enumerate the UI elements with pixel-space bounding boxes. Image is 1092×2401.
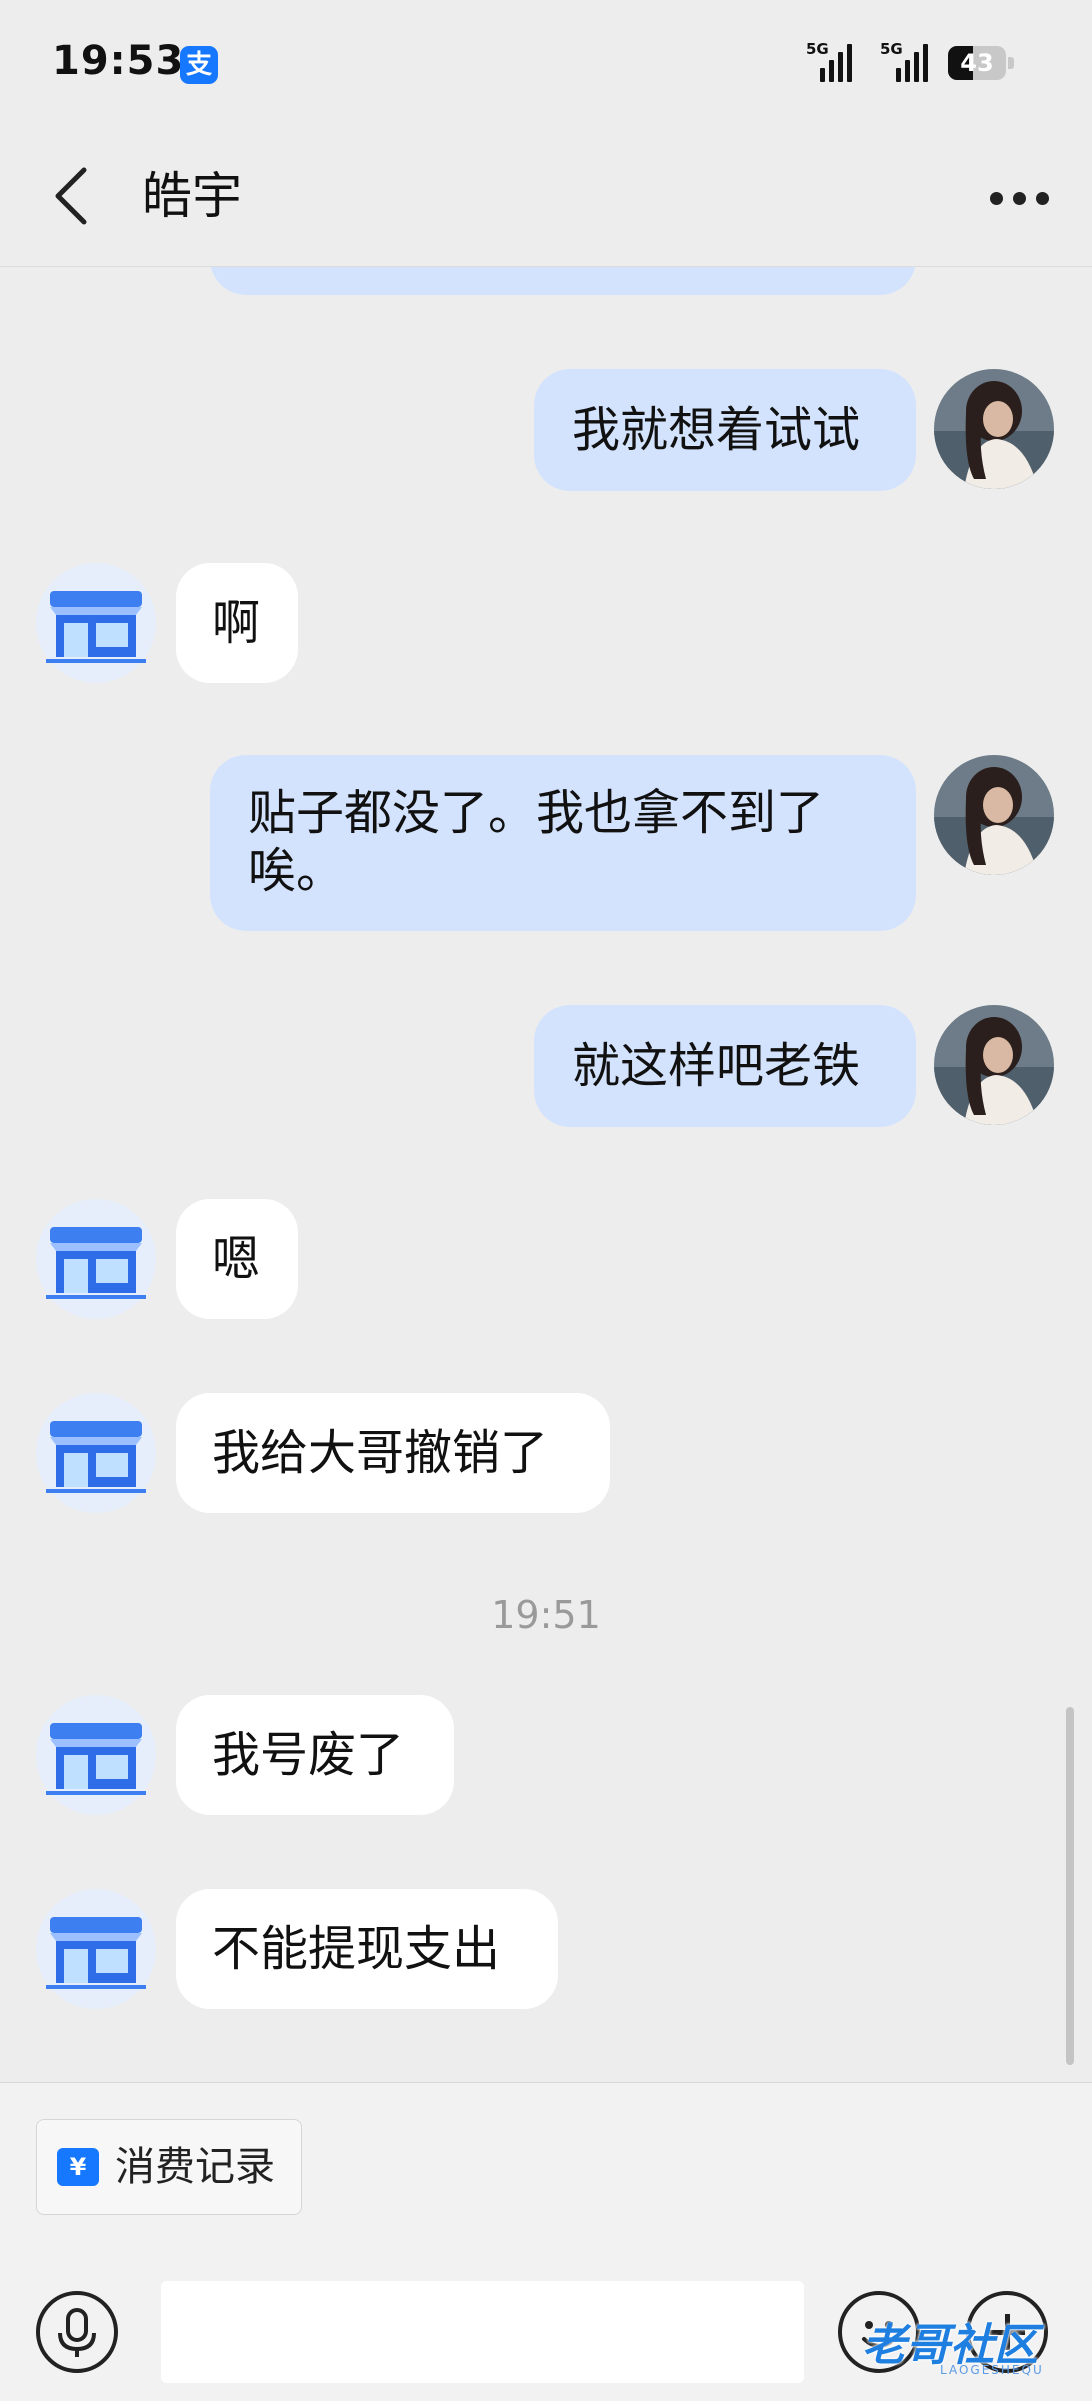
- consumption-record-label: 消费记录: [115, 2144, 275, 2190]
- message-bubble-them[interactable]: 嗯: [176, 1199, 298, 1319]
- contact-avatar[interactable]: [36, 1199, 156, 1319]
- message-list[interactable]: 我就想着试试 啊 贴子都没了。我也拿不到了唉。 就这样吧老铁 嗯 我给大哥撤销了…: [0, 267, 1092, 2082]
- voice-input-button[interactable]: [36, 2291, 118, 2373]
- more-dots-icon: [990, 192, 1003, 205]
- status-bar: 19:53 支 5G 5G 43: [0, 0, 1092, 130]
- my-avatar[interactable]: [934, 1005, 1054, 1125]
- status-time: 19:53: [52, 38, 185, 84]
- contact-avatar[interactable]: [36, 1695, 156, 1815]
- more-options-button[interactable]: [984, 160, 1056, 232]
- chevron-left-icon: [55, 167, 87, 225]
- contact-avatar[interactable]: [36, 563, 156, 683]
- message-bubble-them[interactable]: 我号废了: [176, 1695, 454, 1815]
- avatar-photo-icon: [934, 369, 1054, 489]
- store-icon: [46, 1227, 146, 1299]
- store-icon: [46, 1917, 146, 1989]
- chat-scrollbar[interactable]: [1066, 1707, 1074, 2065]
- message-bubble-me[interactable]: 就这样吧老铁: [534, 1005, 916, 1127]
- message-timestamp: 19:51: [491, 1593, 601, 1637]
- back-button[interactable]: [50, 160, 98, 232]
- watermark-subtext: LAOGESHEQU: [940, 2363, 1044, 2377]
- contact-avatar[interactable]: [36, 1889, 156, 2009]
- cellular-signal-icon: 5G: [806, 40, 858, 84]
- avatar-photo-icon: [934, 1005, 1054, 1125]
- consumption-record-button[interactable]: ¥ 消费记录: [36, 2119, 302, 2215]
- message-bubble-me[interactable]: 我就想着试试: [534, 369, 916, 491]
- message-bubble-partial: [210, 267, 916, 295]
- signal-label-2: 5G: [880, 40, 903, 58]
- contact-avatar[interactable]: [36, 1393, 156, 1513]
- message-bubble-them[interactable]: 我给大哥撤销了: [176, 1393, 610, 1513]
- receipt-yen-icon: ¥: [57, 2148, 99, 2186]
- contact-name: 皓宇: [142, 167, 242, 225]
- microphone-icon: [58, 2308, 96, 2357]
- store-icon: [46, 1421, 146, 1493]
- my-avatar[interactable]: [934, 755, 1054, 875]
- avatar-photo-icon: [934, 755, 1054, 875]
- my-avatar[interactable]: [934, 369, 1054, 489]
- battery-level: 43: [960, 49, 994, 77]
- store-icon: [46, 1723, 146, 1795]
- store-icon: [46, 591, 146, 663]
- input-panel: ¥ 消费记录 老哥社区 LAOGESHEQU: [0, 2082, 1092, 2401]
- message-bubble-them[interactable]: 不能提现支出: [176, 1889, 558, 2009]
- message-input[interactable]: [161, 2281, 804, 2383]
- signal-label: 5G: [806, 40, 829, 58]
- alipay-app-icon: 支: [180, 46, 218, 84]
- chat-header: 皓宇: [0, 130, 1092, 267]
- battery-icon: 43: [948, 46, 1014, 80]
- message-bubble-me[interactable]: 贴子都没了。我也拿不到了唉。: [210, 755, 916, 931]
- message-bubble-them[interactable]: 啊: [176, 563, 298, 683]
- cellular-signal-icon-2: 5G: [870, 40, 934, 84]
